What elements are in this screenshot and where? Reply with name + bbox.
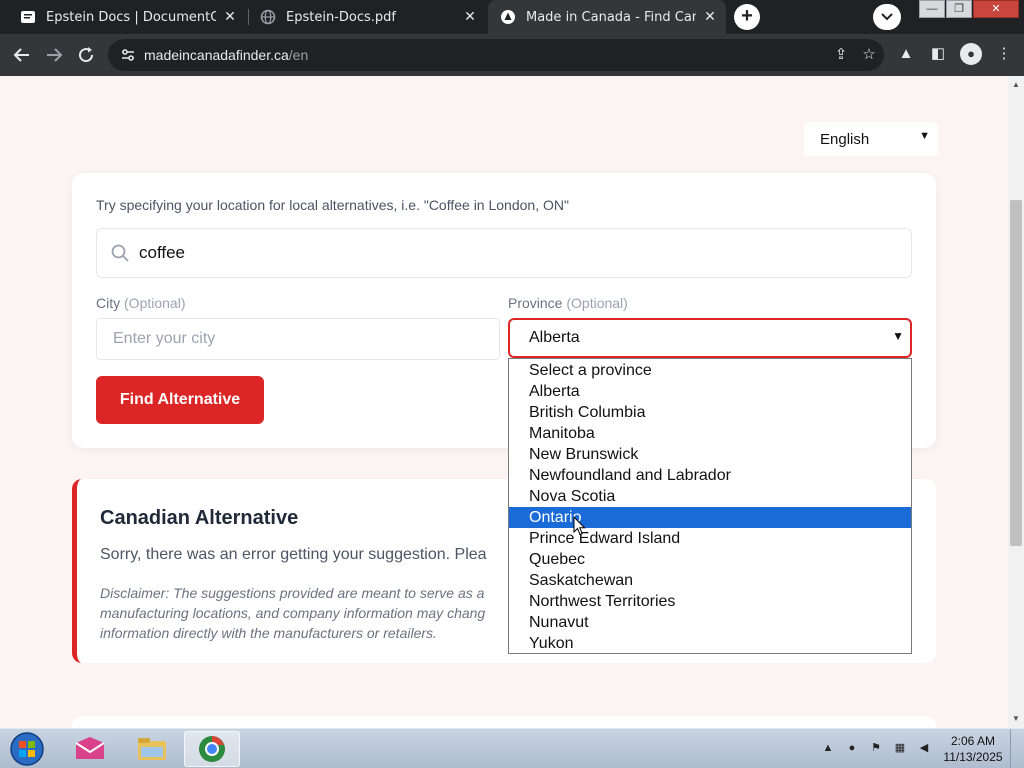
province-option[interactable]: Saskatchewan: [509, 570, 911, 591]
scrollbar-thumb[interactable]: [1010, 200, 1022, 546]
tab-title: Epstein Docs | DocumentCloud: [46, 9, 216, 25]
province-select[interactable]: Alberta ▼: [508, 318, 912, 358]
taskbar: ▲ ● ⚑ ▦ ◀ 2:06 AM 11/13/2025: [0, 728, 1024, 768]
show-desktop-button[interactable]: [1010, 729, 1024, 768]
scroll-up-icon[interactable]: ▲: [1008, 80, 1024, 89]
province-dropdown-list: Select a province Alberta British Columbia…: [508, 358, 912, 654]
province-option[interactable]: Yukon: [509, 633, 911, 654]
extension-icon[interactable]: ▲: [896, 43, 916, 65]
province-option[interactable]: Manitoba: [509, 423, 911, 444]
tab-epstein-pdf[interactable]: Epstein-Docs.pdf ✕: [248, 0, 486, 34]
province-label: Province (Optional): [508, 295, 628, 311]
city-optional: (Optional): [124, 295, 186, 311]
close-tab-icon[interactable]: ✕: [222, 9, 238, 25]
province-option[interactable]: Alberta: [509, 381, 911, 402]
file-explorer-icon[interactable]: [124, 731, 180, 767]
reload-icon: [79, 47, 94, 63]
share-icon[interactable]: ⇪: [832, 45, 850, 63]
search-query: coffee: [139, 243, 186, 262]
browser-toolbar: madeincanadafinder.ca/en ⇪ ☆ ▲ ◧ ● ⋮: [0, 34, 1024, 76]
tab-search-button[interactable]: [873, 4, 901, 30]
tab-title: Epstein-Docs.pdf: [286, 9, 396, 25]
search-hint: Try specifying your location for local a…: [96, 197, 569, 213]
clock-date: 11/13/2025: [943, 750, 1003, 764]
province-option[interactable]: Nunavut: [509, 612, 911, 633]
mail-app-icon[interactable]: [62, 731, 118, 767]
mouse-cursor-icon: [573, 516, 586, 536]
reload-button[interactable]: [74, 43, 98, 67]
system-tray: ▲ ● ⚑ ▦ ◀: [820, 741, 932, 755]
window-controls: — ❐ ✕: [918, 0, 1019, 20]
province-option[interactable]: Ontario: [509, 507, 911, 528]
action-center-icon[interactable]: ⚑: [868, 741, 884, 754]
province-optional: (Optional): [566, 295, 628, 311]
forward-button[interactable]: [42, 43, 66, 67]
address-bar[interactable]: madeincanadafinder.ca/en ⇪ ☆: [108, 39, 884, 71]
province-option[interactable]: British Columbia: [509, 402, 911, 423]
bookmark-star-icon[interactable]: ☆: [860, 45, 878, 63]
window-close-button[interactable]: ✕: [973, 0, 1019, 18]
globe-icon: [260, 9, 276, 25]
tray-expand-icon[interactable]: ▲: [820, 742, 836, 754]
side-panel-icon[interactable]: ◧: [928, 43, 948, 65]
language-select[interactable]: English ▼: [804, 122, 938, 156]
city-placeholder: Enter your city: [113, 330, 216, 347]
tray-app-icon[interactable]: ●: [844, 742, 860, 754]
url-path: /en: [288, 47, 309, 63]
tab-documentcloud[interactable]: Epstein Docs | DocumentCloud ✕: [8, 0, 246, 34]
province-option[interactable]: Nova Scotia: [509, 486, 911, 507]
close-tab-icon[interactable]: ✕: [702, 9, 718, 25]
clock[interactable]: 2:06 AM 11/13/2025: [942, 733, 1004, 765]
province-label-text: Province: [508, 295, 563, 311]
city-input[interactable]: Enter your city: [96, 318, 500, 360]
search-input[interactable]: coffee: [96, 228, 912, 278]
province-option[interactable]: Northwest Territories: [509, 591, 911, 612]
kebab-menu-icon[interactable]: ⋮: [994, 43, 1014, 65]
volume-muted-icon[interactable]: ◀: [916, 741, 932, 754]
province-selected-value: Alberta: [529, 329, 580, 346]
tab-strip: Epstein Docs | DocumentCloud ✕ Epstein-D…: [0, 0, 1024, 34]
find-alternative-button[interactable]: Find Alternative: [96, 376, 264, 424]
close-tab-icon[interactable]: ✕: [462, 9, 478, 25]
province-option[interactable]: Select a province: [509, 360, 911, 381]
next-card: [72, 716, 936, 728]
city-label-text: City: [96, 295, 121, 311]
omnibox-actions: ⇪ ☆: [832, 45, 878, 63]
back-button[interactable]: [10, 43, 34, 67]
documentcloud-icon: [20, 9, 36, 25]
arrow-right-icon: [47, 48, 63, 62]
new-tab-button[interactable]: +: [734, 4, 760, 30]
language-value: English: [820, 130, 870, 148]
chevron-down-icon: ▼: [919, 130, 930, 142]
network-icon[interactable]: ▦: [892, 741, 908, 754]
arrow-left-icon: [13, 48, 29, 62]
profile-avatar-icon[interactable]: ●: [960, 43, 982, 65]
scroll-down-icon[interactable]: ▼: [1008, 714, 1024, 723]
province-option[interactable]: Newfoundland and Labrador: [509, 465, 911, 486]
disclaimer-text: Disclaimer: The suggestions provided are…: [100, 585, 486, 641]
page-scrollbar[interactable]: ▲ ▼: [1008, 76, 1024, 728]
site-settings-icon[interactable]: [120, 47, 136, 63]
province-option[interactable]: Prince Edward Island: [509, 528, 911, 549]
search-icon: [111, 244, 129, 262]
madeincanada-icon: [500, 9, 516, 25]
url-host: madeincanadafinder.ca: [144, 47, 289, 63]
restore-button[interactable]: ❐: [946, 0, 972, 18]
chrome-icon[interactable]: [184, 731, 240, 767]
result-title: Canadian Alternative: [100, 507, 299, 529]
province-option[interactable]: Quebec: [509, 549, 911, 570]
toolbar-actions: ▲ ◧ ● ⋮: [896, 43, 1014, 65]
minimize-button[interactable]: —: [919, 0, 945, 18]
error-message: Sorry, there was an error getting your s…: [100, 546, 487, 563]
tab-title: Made in Canada - Find Canadian: [526, 9, 696, 25]
province-option[interactable]: New Brunswick: [509, 444, 911, 465]
clock-time: 2:06 AM: [950, 734, 996, 748]
start-button[interactable]: [8, 731, 46, 767]
city-label: City (Optional): [96, 295, 185, 311]
tab-made-in-canada[interactable]: Made in Canada - Find Canadian ✕: [488, 0, 726, 34]
chevron-down-icon: [881, 13, 893, 21]
chevron-down-icon: ▼: [892, 329, 904, 343]
